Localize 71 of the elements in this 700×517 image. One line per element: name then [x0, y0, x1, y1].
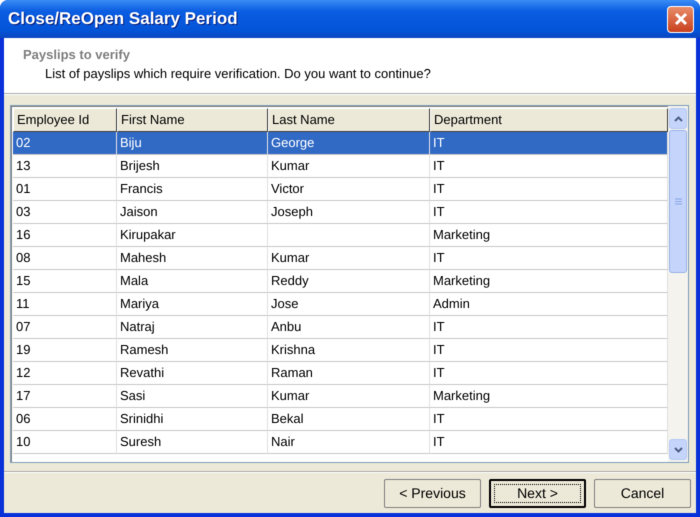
- table-cell: Raman: [268, 362, 430, 385]
- table-cell: Sasi: [117, 385, 268, 408]
- column-header[interactable]: Last Name: [268, 108, 430, 132]
- dialog-button[interactable]: Cancel: [594, 478, 691, 508]
- table-cell: 02: [13, 132, 117, 155]
- table-cell: Suresh: [117, 431, 268, 454]
- close-button[interactable]: [667, 6, 694, 32]
- table-cell: Victor: [268, 178, 430, 201]
- table-cell: Francis: [117, 178, 268, 201]
- table-cell: 13: [13, 155, 117, 178]
- table-cell: Brijesh: [117, 155, 268, 178]
- table-cell: 17: [13, 385, 117, 408]
- table-cell: IT: [430, 362, 668, 385]
- table-cell: Marketing: [430, 385, 668, 408]
- scroll-up-button[interactable]: [669, 108, 687, 129]
- table-cell: 01: [13, 178, 117, 201]
- table-cell: Bekal: [268, 408, 430, 431]
- table-cell: 08: [13, 247, 117, 270]
- table-cell: Ramesh: [117, 339, 268, 362]
- table-cell: 06: [13, 408, 117, 431]
- dialog-button[interactable]: < Previous: [384, 478, 481, 508]
- table-cell: IT: [430, 178, 668, 201]
- column-header[interactable]: Employee Id: [13, 108, 117, 132]
- table-cell: Nair: [268, 431, 430, 454]
- scroll-thumb[interactable]: [669, 130, 687, 273]
- table-cell: 12: [13, 362, 117, 385]
- table-cell: IT: [430, 431, 668, 454]
- table-cell: IT: [430, 316, 668, 339]
- window-title: Close/ReOpen Salary Period: [8, 9, 238, 29]
- table-cell: Mariya: [117, 293, 268, 316]
- column-header[interactable]: Department: [430, 108, 668, 132]
- table-cell: 16: [13, 224, 117, 247]
- table-cell: 10: [13, 431, 117, 454]
- table-cell: Biju: [117, 132, 268, 155]
- table-cell: Jose: [268, 293, 430, 316]
- grip-icon: [674, 198, 682, 205]
- table-cell: 19: [13, 339, 117, 362]
- scroll-down-button[interactable]: [669, 439, 687, 460]
- table-cell: 11: [13, 293, 117, 316]
- table-cell: Revathi: [117, 362, 268, 385]
- table-cell: Marketing: [430, 224, 668, 247]
- table-cell: Kumar: [268, 247, 430, 270]
- table-cell: Jaison: [117, 201, 268, 224]
- table-cell: 07: [13, 316, 117, 339]
- close-icon: [674, 12, 688, 26]
- table-cell: 15: [13, 270, 117, 293]
- table-cell: IT: [430, 247, 668, 270]
- table-cell: Mahesh: [117, 247, 268, 270]
- table-cell: IT: [430, 339, 668, 362]
- table-cell: Srinidhi: [117, 408, 268, 431]
- dialog-button[interactable]: Next >: [489, 478, 586, 508]
- table-cell: Joseph: [268, 201, 430, 224]
- header-title: Payslips to verify: [23, 47, 131, 62]
- table-cell: IT: [430, 408, 668, 431]
- table-cell: IT: [430, 132, 668, 155]
- table-cell: IT: [430, 201, 668, 224]
- table-cell: Kirupakar: [117, 224, 268, 247]
- header-subtitle: List of payslips which require verification. Do you want to continue?: [45, 66, 432, 81]
- column-header[interactable]: First Name: [117, 108, 268, 132]
- table-cell: Admin: [430, 293, 668, 316]
- table-cell: Kumar: [268, 155, 430, 178]
- table-cell: Anbu: [268, 316, 430, 339]
- table-cell: 03: [13, 201, 117, 224]
- table-cell: Mala: [117, 270, 268, 293]
- table-cell: Natraj: [117, 316, 268, 339]
- table-cell: Reddy: [268, 270, 430, 293]
- table-cell: Marketing: [430, 270, 668, 293]
- table-cell: Kumar: [268, 385, 430, 408]
- table-cell: George: [268, 132, 430, 155]
- table-cell: Krishna: [268, 339, 430, 362]
- table-cell: IT: [430, 155, 668, 178]
